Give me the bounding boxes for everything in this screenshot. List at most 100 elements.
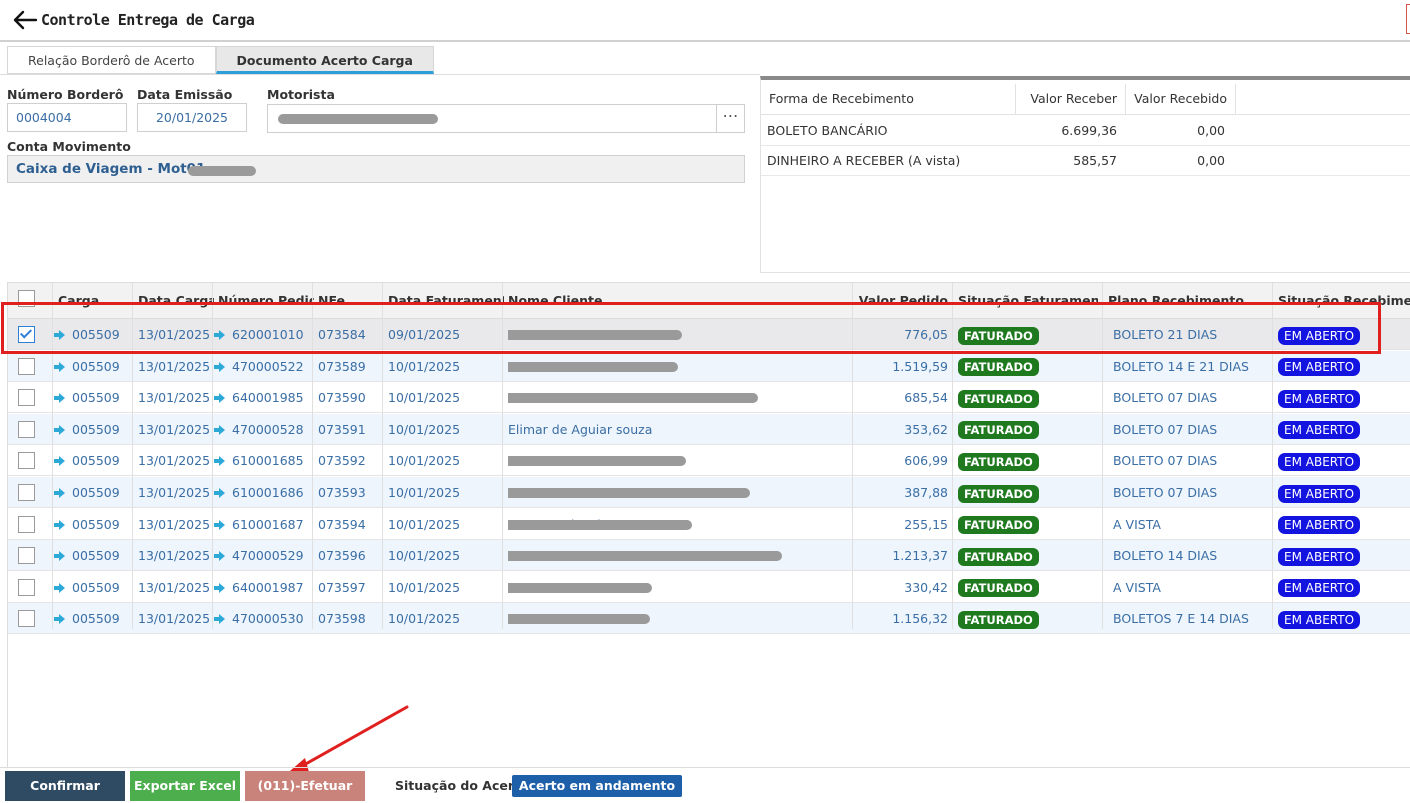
motorista-lookup-button[interactable]: ⋯	[716, 104, 745, 133]
cell-nome-cliente: ... LTDA	[508, 351, 848, 382]
row-checkbox[interactable]	[18, 484, 35, 501]
grid-divider	[52, 283, 53, 629]
row-checkbox[interactable]	[18, 578, 35, 596]
recebimento-row[interactable]: BOLETO BANCÁRIO 6.699,36 0,00	[761, 116, 1410, 146]
cell-data-carga: 13/01/2025	[138, 579, 210, 595]
data-emissao-field[interactable]: 20/01/2025	[137, 103, 247, 132]
confirmar-entrega-button[interactable]: Confirmar Entrega	[5, 771, 125, 801]
cell-data-carga: 13/01/2025	[138, 611, 210, 627]
row-checkbox[interactable]	[18, 326, 35, 343]
cell-numero-pedido[interactable]: 640001985	[214, 382, 310, 413]
cell-numero-pedido[interactable]: 610001686	[214, 477, 310, 508]
arrow-right-icon	[54, 582, 65, 593]
pedido-value: 610001685	[232, 453, 304, 469]
cell-numero-pedido[interactable]: 470000528	[214, 414, 310, 445]
col-situacao-recebimento[interactable]: Situação Recebimento	[1278, 293, 1410, 308]
row-checkbox[interactable]	[18, 547, 35, 565]
cell-numero-pedido[interactable]: 620001010	[214, 319, 310, 350]
redacted-conta	[188, 166, 256, 176]
table-row[interactable]: 005509 13/01/2025 470000530 073598 10/01/202…	[8, 603, 1410, 635]
recebimento-receber: 6.699,36	[1061, 123, 1117, 138]
arrow-right-icon	[54, 330, 65, 340]
cell-situacao-recebimento: EM ABERTO	[1278, 509, 1410, 540]
cell-carga[interactable]: 005509	[54, 382, 132, 413]
col-plano-recebimento[interactable]: Plano Recebimento	[1108, 293, 1268, 308]
row-checkbox[interactable]	[18, 420, 35, 438]
tab-documento-acerto[interactable]: Documento Acerto Carga	[215, 46, 434, 74]
cell-valor-pedido: 330,42	[904, 579, 948, 595]
row-checkbox[interactable]	[18, 610, 35, 628]
cell-carga[interactable]: 005509	[54, 414, 132, 445]
data-emissao-label: Data Emissão	[137, 87, 233, 102]
efetuar-baixa-button[interactable]: (011)-Efetuar Baixa	[245, 771, 365, 801]
motorista-field[interactable]	[267, 104, 745, 133]
back-arrow-icon[interactable]	[12, 9, 38, 31]
cell-carga[interactable]: 005509	[54, 509, 132, 540]
select-all-checkbox[interactable]	[18, 290, 35, 307]
cell-carga[interactable]: 005509	[54, 572, 132, 603]
row-checkbox[interactable]	[18, 357, 35, 375]
row-checkbox[interactable]	[18, 452, 35, 470]
cell-situacao-faturamento: FATURADO	[958, 351, 1098, 382]
col-nfe[interactable]: NFe	[318, 293, 384, 308]
cell-situacao-faturamento: FATURADO	[958, 319, 1098, 350]
exportar-excel-button[interactable]: Exportar Excel	[130, 771, 240, 801]
cell-carga[interactable]: 005509	[54, 540, 132, 571]
cell-numero-pedido[interactable]: 610001685	[214, 445, 310, 476]
table-row[interactable]: 005509 13/01/2025 640001985 073590 10/01/202…	[8, 382, 1410, 414]
col-numero-pedido[interactable]: Número Pedido	[218, 293, 314, 308]
col-situacao-faturamento[interactable]: Situação Faturamento	[958, 293, 1098, 308]
em-aberto-badge: EM ABERTO	[1278, 610, 1361, 629]
grid-divider	[952, 283, 953, 629]
col-data-faturamento[interactable]: Data Faturamento	[388, 293, 504, 308]
conta-movimento-field[interactable]: Caixa de Viagem - Mot01 -	[7, 155, 745, 183]
cell-data-carga: 13/01/2025	[138, 548, 210, 564]
cell-data-carga: 13/01/2025	[138, 327, 210, 342]
tab-relacao-bordero[interactable]: Relação Borderô de Acerto	[7, 46, 216, 74]
cell-nfe: 073591	[318, 421, 366, 437]
footer-divider	[0, 767, 1410, 768]
table-row[interactable]: 005509 13/01/2025 470000528 073591 10/01/202…	[8, 413, 1410, 445]
table-row[interactable]: 005509 13/01/2025 470000529 073596 10/01/202…	[8, 540, 1410, 572]
cell-carga[interactable]: 005509	[54, 603, 132, 634]
grid-divider	[1272, 283, 1273, 629]
col-nome-cliente[interactable]: Nome Cliente	[508, 293, 848, 308]
cell-numero-pedido[interactable]: 470000522	[214, 351, 310, 382]
cell-carga[interactable]: 005509	[54, 351, 132, 382]
numero-bordero-field[interactable]: 0004004	[7, 103, 127, 132]
row-checkbox[interactable]	[18, 515, 35, 533]
conta-movimento-value: Caixa de Viagem - Mot01 -	[16, 161, 216, 177]
grid-divider	[132, 283, 133, 629]
table-row[interactable]: 005509 13/01/2025 610001685 073592 10/01/202…	[8, 445, 1410, 477]
cell-situacao-recebimento: EM ABERTO	[1278, 414, 1410, 445]
cell-situacao-recebimento: EM ABERTO	[1278, 477, 1410, 508]
cell-valor-pedido: 606,99	[904, 453, 948, 469]
row-checkbox[interactable]	[18, 389, 35, 407]
cell-data-faturamento: 10/01/2025	[388, 516, 461, 532]
col-carga[interactable]: Carga	[58, 293, 128, 308]
col-valor-pedido[interactable]: Valor Pedido	[854, 293, 948, 308]
table-row[interactable]: 005509 13/01/2025 470000522 073589 10/01/202…	[8, 350, 1410, 382]
cell-carga[interactable]: 005509	[54, 319, 132, 350]
table-row[interactable]: 005509 13/01/2025 640001987 073597 10/01/202…	[8, 572, 1410, 603]
pedido-value: 470000528	[232, 421, 304, 437]
cell-plano-recebimento: BOLETO 07 DIAS	[1113, 485, 1218, 500]
cell-situacao-faturamento: FATURADO	[958, 572, 1098, 603]
recebimento-row[interactable]: DINHEIRO A RECEBER (A vista) 585,57 0,00	[761, 146, 1410, 176]
cell-numero-pedido[interactable]: 470000529	[214, 540, 310, 571]
table-row[interactable]: 005509 13/01/2025 620001010 073584 09/01/202…	[8, 319, 1410, 350]
cell-carga[interactable]: 005509	[54, 445, 132, 476]
corner-action-box[interactable]	[1406, 4, 1410, 34]
cell-carga[interactable]: 005509	[54, 477, 132, 508]
col-data-carga[interactable]: Data Carga	[138, 293, 214, 308]
em-aberto-badge: EM ABERTO	[1278, 452, 1361, 471]
cell-valor-pedido: 1.156,32	[892, 611, 948, 627]
redacted-cliente	[508, 582, 652, 593]
em-aberto-badge: EM ABERTO	[1278, 389, 1361, 408]
cell-numero-pedido[interactable]: 470000530	[214, 603, 310, 634]
table-row[interactable]: 005509 13/01/2025 610001686 073593 10/01/202…	[8, 477, 1410, 508]
cell-nfe: 073594	[318, 516, 366, 532]
cell-numero-pedido[interactable]: 640001987	[214, 572, 310, 603]
cell-numero-pedido[interactable]: 610001687	[214, 509, 310, 540]
table-row[interactable]: 005509 13/01/2025 610001687 073594 10/01/202…	[8, 509, 1410, 540]
